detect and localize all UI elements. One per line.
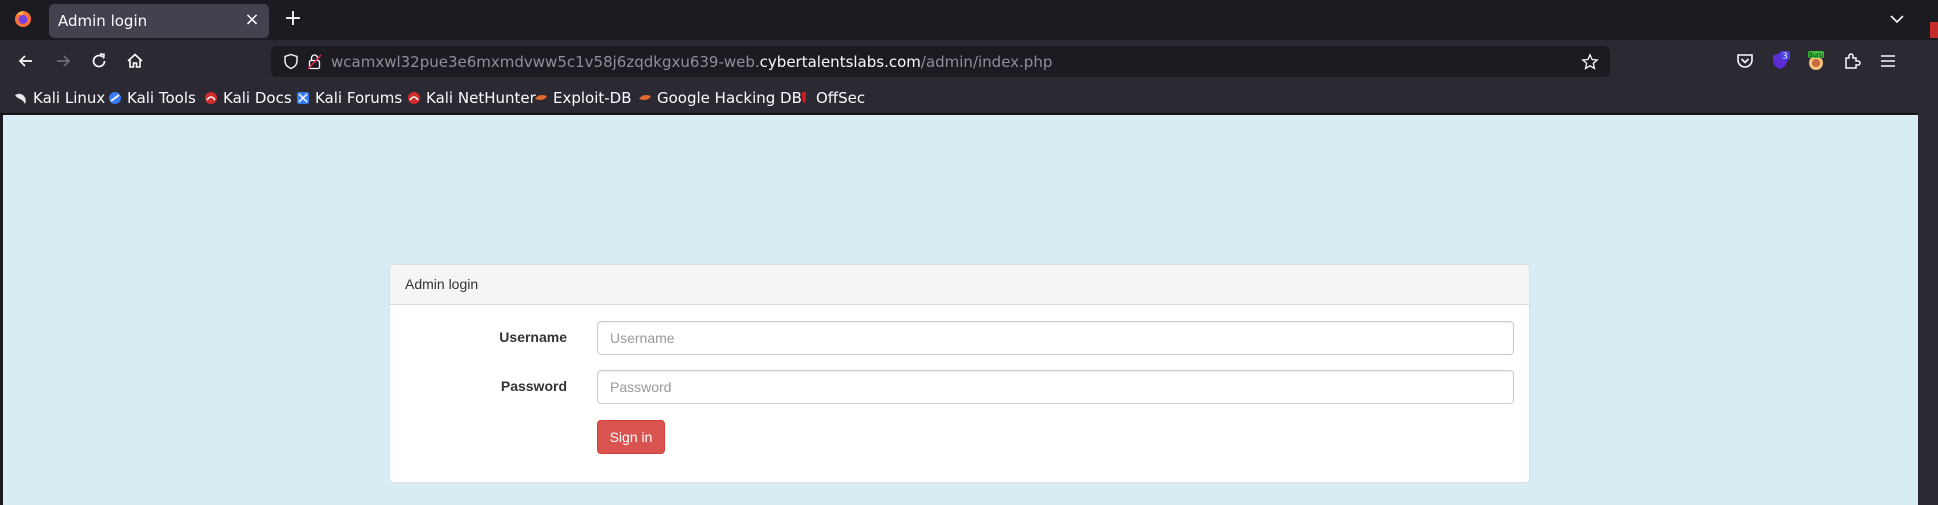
bookmark-kali-linux[interactable]: Kali Linux xyxy=(14,88,105,108)
ghdb-icon xyxy=(639,95,651,100)
new-tab-icon[interactable]: + xyxy=(282,8,304,30)
navigation-toolbar: wcamxwl32pue3e6mxmdvww5c1v58j6zqdkgxu639… xyxy=(0,40,1938,83)
edge-app-icon xyxy=(1930,22,1938,38)
tab-title: Admin login xyxy=(58,12,148,30)
burp-badge-label: Burp xyxy=(1809,52,1823,59)
bookmark-label: Kali Forums xyxy=(315,89,403,107)
kali-forums-icon xyxy=(297,92,309,104)
reload-icon[interactable] xyxy=(89,51,109,71)
page-body: Admin login Username Password Sign in xyxy=(3,115,1918,505)
url-text[interactable]: wcamxwl32pue3e6mxmdvww5c1v58j6zqdkgxu639… xyxy=(331,53,1052,71)
hamburger-menu-icon[interactable] xyxy=(1878,51,1898,71)
password-label: Password xyxy=(500,378,567,394)
password-input[interactable] xyxy=(597,370,1514,404)
bookmark-label: Kali NetHunter xyxy=(426,89,536,107)
bookmark-star-icon[interactable] xyxy=(1581,53,1599,71)
kali-dragon-icon xyxy=(15,93,26,104)
login-panel: Admin login Username Password Sign in xyxy=(389,264,1530,483)
bookmark-kali-nethunter[interactable]: Kali NetHunter xyxy=(407,88,536,108)
username-label: Username xyxy=(499,329,567,345)
address-bar[interactable]: wcamxwl32pue3e6mxmdvww5c1v58j6zqdkgxu639… xyxy=(271,46,1610,77)
sign-in-button[interactable]: Sign in xyxy=(597,420,665,454)
forward-arrow-icon[interactable] xyxy=(53,51,73,71)
bookmark-label: Exploit-DB xyxy=(553,89,632,107)
bookmark-label: Kali Linux xyxy=(33,89,106,107)
tab-strip: Admin login × + xyxy=(0,0,1938,40)
bookmark-label: Kali Docs xyxy=(223,89,292,107)
kali-docs-icon xyxy=(205,92,217,104)
bookmark-google-hacking-db[interactable]: Google Hacking DB xyxy=(638,88,802,108)
exploit-db-icon xyxy=(535,95,547,100)
ublock-origin-icon[interactable]: 3 xyxy=(1770,51,1790,71)
kali-nethunter-icon xyxy=(408,92,420,104)
offsec-icon xyxy=(802,92,806,104)
bookmark-exploit-db[interactable]: Exploit-DB xyxy=(534,88,632,108)
bookmark-label: Kali Tools xyxy=(127,89,196,107)
firefox-logo-icon[interactable] xyxy=(14,10,32,28)
panel-heading: Admin login xyxy=(390,265,1529,305)
tracking-protection-shield-icon[interactable] xyxy=(283,53,299,70)
url-path: /admin/index.php xyxy=(920,53,1053,71)
kali-tools-icon xyxy=(109,92,121,104)
bookmark-kali-docs[interactable]: Kali Docs xyxy=(204,88,292,108)
bookmark-label: OffSec xyxy=(816,89,866,107)
bookmark-kali-tools[interactable]: Kali Tools xyxy=(108,88,196,108)
bookmark-kali-forums[interactable]: Kali Forums xyxy=(296,88,402,108)
bookmarks-toolbar: Kali Linux Kali Tools Kali Docs Kali For… xyxy=(0,83,1938,114)
username-input[interactable] xyxy=(597,321,1514,355)
bookmark-label: Google Hacking DB xyxy=(657,89,802,107)
bookmark-offsec[interactable]: OffSec xyxy=(797,88,865,108)
tab-admin-login[interactable]: Admin login × xyxy=(49,4,269,38)
close-tab-icon[interactable]: × xyxy=(243,11,261,29)
ublock-badge-count: 3 xyxy=(1782,52,1787,61)
url-domain: cybertalentslabs.com xyxy=(759,53,921,71)
password-row: Password xyxy=(390,370,1529,404)
burp-proxy-icon[interactable]: Burp xyxy=(1806,51,1826,71)
back-arrow-icon[interactable] xyxy=(16,51,36,71)
chevron-down-icon[interactable] xyxy=(1889,11,1905,27)
home-icon[interactable] xyxy=(125,51,145,71)
window-edge xyxy=(1918,40,1938,505)
pocket-icon[interactable] xyxy=(1735,51,1755,71)
extensions-puzzle-icon[interactable] xyxy=(1842,51,1862,71)
username-row: Username xyxy=(390,321,1529,355)
insecure-lock-icon[interactable] xyxy=(307,53,322,70)
url-prefix: wcamxwl32pue3e6mxmdvww5c1v58j6zqdkgxu639… xyxy=(331,53,760,71)
